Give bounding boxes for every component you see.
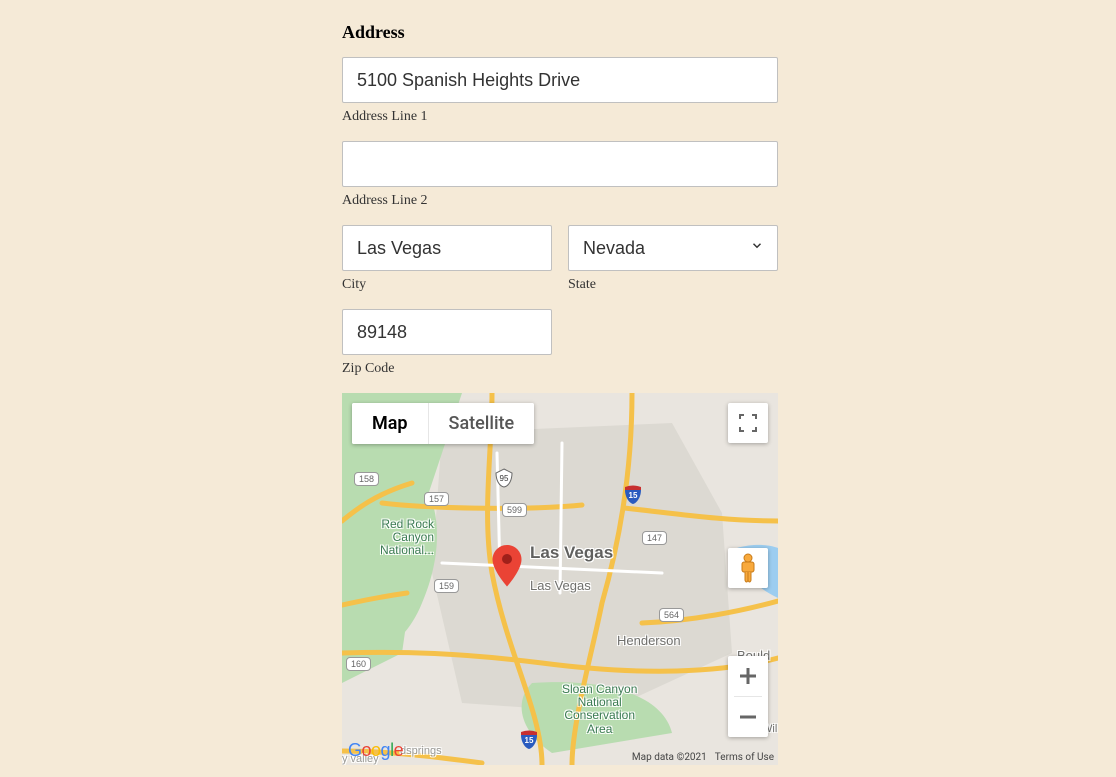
fullscreen-icon xyxy=(739,414,757,432)
map-label-redrock: Red RockCanyonNational... xyxy=(364,518,434,558)
address-form: Address Address Line 1 Address Line 2 Ci… xyxy=(342,22,778,765)
map-terms-link[interactable]: Terms of Use xyxy=(715,752,774,763)
city-state-row: City Nevada State xyxy=(342,225,778,293)
hwy-599: 599 xyxy=(502,503,527,517)
city-input[interactable] xyxy=(342,225,552,271)
map-label-lasvegas-major: Las Vegas xyxy=(530,543,613,563)
hwy-95: 95 xyxy=(494,468,514,488)
address-line2-block: Address Line 2 xyxy=(342,141,778,209)
address-line2-input[interactable] xyxy=(342,141,778,187)
hwy-i15-south: 15 xyxy=(520,730,538,749)
google-logo: Google xyxy=(348,740,403,761)
hwy-159: 159 xyxy=(434,579,459,593)
address-line1-input[interactable] xyxy=(342,57,778,103)
city-label: City xyxy=(342,277,552,293)
address-line1-block: Address Line 1 xyxy=(342,57,778,125)
zip-label: Zip Code xyxy=(342,361,552,377)
pegman-icon xyxy=(737,553,759,583)
state-select[interactable]: Nevada xyxy=(568,225,778,271)
hwy-160: 160 xyxy=(346,657,371,671)
zoom-out-button[interactable] xyxy=(728,697,768,737)
map-label-goodsprings: dsprings xyxy=(400,745,442,757)
map-type-controls: Map Satellite xyxy=(352,403,534,444)
map-type-map-button[interactable]: Map xyxy=(352,403,429,444)
state-label: State xyxy=(568,277,778,293)
hwy-157: 157 xyxy=(424,492,449,506)
state-block: Nevada State xyxy=(568,225,778,293)
map-container[interactable]: Las Vegas Las Vegas Henderson Bould y va… xyxy=(342,393,778,765)
hwy-i15-north: 15 xyxy=(624,485,642,504)
zoom-controls xyxy=(728,656,768,737)
map-label-sloancanyon: Sloan CanyonNationalConservationArea xyxy=(562,683,637,736)
fullscreen-button[interactable] xyxy=(728,403,768,443)
address-line2-label: Address Line 2 xyxy=(342,193,778,209)
hwy-564: 564 xyxy=(659,608,684,622)
map-label-lasvegas-minor: Las Vegas xyxy=(530,578,591,593)
pegman-button[interactable] xyxy=(728,548,768,588)
map-credits: Map data ©2021 Terms of Use xyxy=(632,752,774,763)
zoom-in-button[interactable] xyxy=(728,656,768,696)
plus-icon xyxy=(739,667,757,685)
address-line1-label: Address Line 1 xyxy=(342,109,778,125)
map-marker-icon[interactable] xyxy=(492,545,522,592)
minus-icon xyxy=(739,708,757,726)
zip-block: Zip Code xyxy=(342,309,552,377)
map-label-henderson: Henderson xyxy=(617,633,681,648)
map-data-credit[interactable]: Map data ©2021 xyxy=(632,752,707,763)
address-heading: Address xyxy=(342,22,778,43)
map-type-satellite-button[interactable]: Satellite xyxy=(429,403,535,444)
zip-input[interactable] xyxy=(342,309,552,355)
city-block: City xyxy=(342,225,552,293)
hwy-147: 147 xyxy=(642,531,667,545)
hwy-158: 158 xyxy=(354,472,379,486)
